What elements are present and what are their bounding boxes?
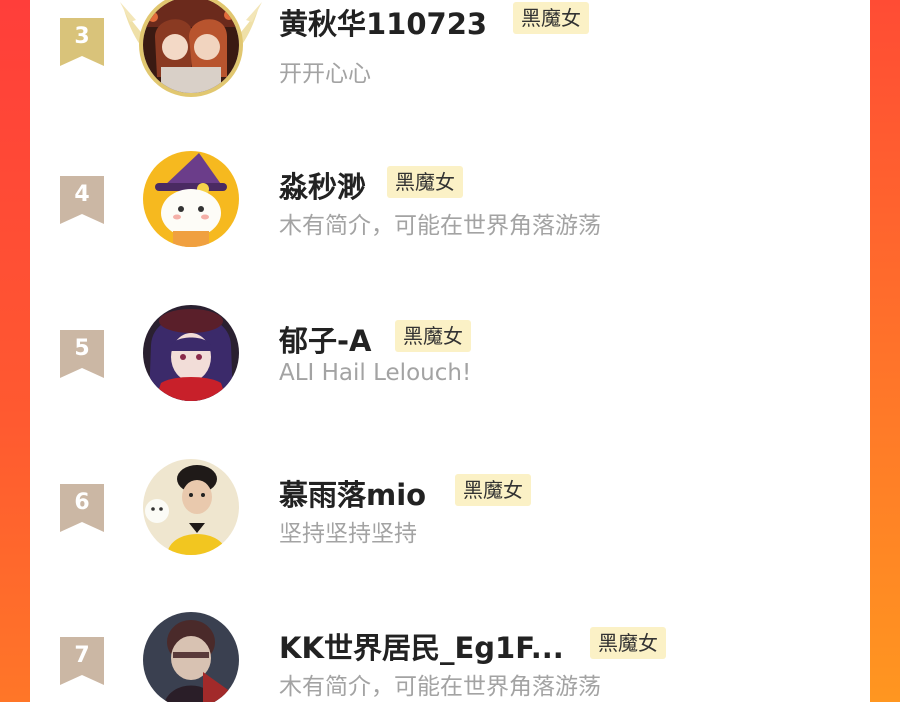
user-bio: 木有简介，可能在世界角落游荡	[279, 213, 601, 239]
rank-flag-icon: 4	[60, 176, 104, 224]
rank-number: 3	[74, 24, 90, 49]
user-name[interactable]: 郁子-A	[279, 318, 371, 360]
ranking-card: 3 黄秋华110723 黑魔女 开开心心 4 淼秒渺 黑魔女 木有简介，可能在世…	[30, 0, 870, 702]
user-bio: ALI Hail Lelouch!	[279, 360, 472, 386]
user-avatar[interactable]	[143, 305, 239, 401]
background-right-strip	[870, 0, 900, 702]
user-badge: 黑魔女	[395, 320, 471, 352]
ranking-row[interactable]: 5 郁子-A 黑魔女 ALI Hail Lelouch!	[30, 299, 870, 409]
ranking-row[interactable]: 4 淼秒渺 黑魔女 木有简介，可能在世界角落游荡	[30, 145, 870, 255]
user-name[interactable]: 淼秒渺	[279, 164, 366, 206]
rank-number: 7	[74, 643, 90, 668]
rank-flag-icon: 6	[60, 484, 104, 532]
background-left-strip	[0, 0, 30, 702]
rank-number: 5	[74, 336, 90, 361]
rank-flag-icon: 3	[60, 18, 104, 66]
user-avatar[interactable]	[143, 459, 239, 555]
user-avatar[interactable]	[143, 612, 239, 702]
user-avatar[interactable]	[143, 0, 239, 93]
user-name[interactable]: 慕雨落mio	[279, 472, 426, 514]
user-bio: 木有简介，可能在世界角落游荡	[279, 674, 601, 700]
user-name[interactable]: KK世界居民_Eg1F...	[279, 625, 564, 667]
user-badge: 黑魔女	[455, 474, 531, 506]
user-avatar[interactable]	[143, 151, 239, 247]
rank-number: 6	[74, 490, 90, 515]
user-badge: 黑魔女	[387, 166, 463, 198]
ranking-row[interactable]: 6 慕雨落mio 黑魔女 坚持坚持坚持	[30, 453, 870, 563]
user-name[interactable]: 黄秋华110723	[279, 1, 487, 43]
ranking-row[interactable]: 3 黄秋华110723 黑魔女 开开心心	[30, 0, 870, 100]
user-badge: 黑魔女	[590, 627, 666, 659]
rank-flag-icon: 5	[60, 330, 104, 378]
user-bio: 坚持坚持坚持	[279, 521, 417, 547]
rank-number: 4	[74, 182, 90, 207]
ranking-row[interactable]: 7 KK世界居民_Eg1F... 黑魔女 木有简介，可能在世界角落游荡	[30, 606, 870, 702]
user-bio: 开开心心	[279, 61, 371, 87]
user-badge: 黑魔女	[513, 2, 589, 34]
rank-flag-icon: 7	[60, 637, 104, 685]
